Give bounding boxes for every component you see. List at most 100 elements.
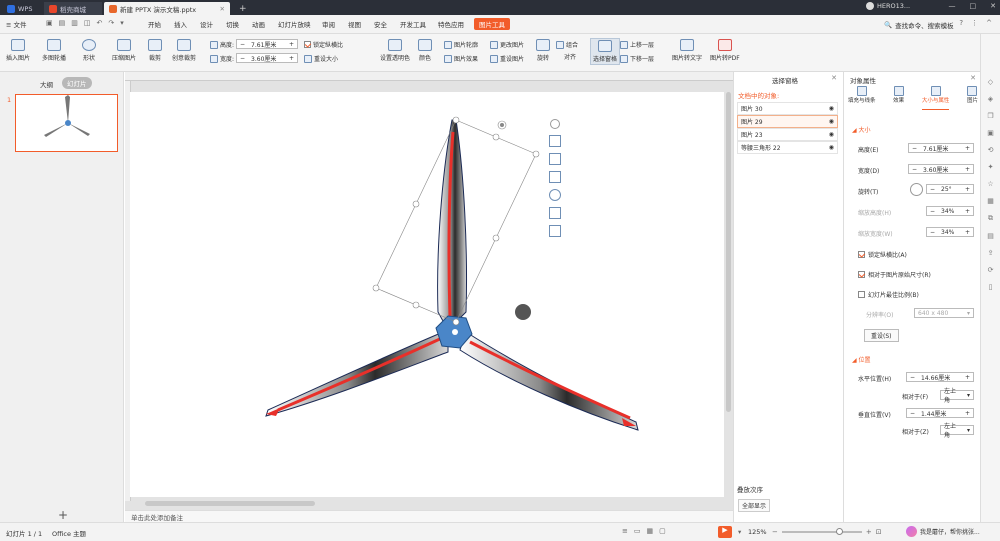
creative-crop-button[interactable]: 创意裁剪 — [172, 39, 196, 62]
eye-icon[interactable]: ◉ — [829, 118, 834, 125]
crop-icon[interactable] — [549, 153, 561, 165]
eye-icon[interactable]: ◉ — [829, 131, 834, 138]
combine-button[interactable]: 组合 — [556, 40, 578, 49]
picture-frame-icon[interactable] — [549, 207, 561, 219]
file-menu[interactable]: ≡ 文件 — [6, 19, 27, 29]
rotate-button[interactable]: 旋转 — [536, 39, 550, 62]
redo-icon[interactable]: ↷ — [108, 19, 114, 27]
list-item[interactable]: 等腰三角形 22 ◉ — [737, 141, 838, 154]
reset-size-button[interactable]: 重设大小 — [304, 54, 338, 63]
height-input[interactable]: −7.61厘米 + — [236, 39, 298, 49]
width-field[interactable]: −3.60厘米 + — [908, 164, 974, 174]
menu-transition[interactable]: 切换 — [226, 19, 239, 29]
lock-ratio-checkbox[interactable]: 锁定纵横比 — [304, 40, 343, 49]
menu-devtools[interactable]: 开发工具 — [400, 19, 426, 29]
menu-slideshow[interactable]: 幻灯片放映 — [278, 19, 311, 29]
zoom-icon[interactable] — [549, 189, 561, 201]
share-icon[interactable]: ⇪ — [988, 249, 994, 257]
menu-features[interactable]: 特色应用 — [438, 19, 464, 29]
user-account[interactable]: HERO13... — [866, 2, 910, 10]
settings-icon[interactable]: ▣ — [987, 129, 994, 137]
image-options-icon[interactable] — [515, 304, 531, 320]
property-icon[interactable]: ◈ — [988, 95, 993, 103]
history-icon[interactable]: ⟳ — [988, 266, 994, 274]
reading-view-icon[interactable]: ▢ — [659, 527, 666, 535]
change-picture-button[interactable]: 更改图片 — [490, 40, 524, 49]
propeller-image[interactable] — [130, 92, 724, 497]
menu-view[interactable]: 视图 — [348, 19, 361, 29]
print-icon[interactable]: ▥ — [71, 19, 78, 27]
list-item[interactable]: 图片 30 ◉ — [737, 102, 838, 115]
template-icon[interactable]: ▦ — [987, 197, 994, 205]
tab-document[interactable]: 新建 PPTX 演示文稿.pptx ✕ — [104, 2, 230, 15]
menu-animation[interactable]: 动画 — [252, 19, 265, 29]
slide-thumbnail[interactable] — [15, 94, 118, 152]
compress-button[interactable]: 压缩图片 — [112, 39, 136, 62]
relative-original-option[interactable]: 相对于图片原始尺寸(R) — [858, 270, 931, 279]
assistant-widget[interactable]: 我是蘑仔，帮你挑张... — [906, 526, 980, 537]
align-button[interactable]: 对齐 — [564, 52, 576, 61]
minimize-button[interactable]: — — [949, 2, 956, 10]
hpos-field[interactable]: −14.66厘米 + — [906, 372, 974, 382]
list-item[interactable]: 图片 29 ◉ — [737, 115, 838, 128]
scale-height-field[interactable]: −34% + — [926, 206, 974, 216]
zoom-out-button[interactable]: − — [772, 528, 778, 536]
text-icon[interactable]: ⧉ — [988, 214, 993, 223]
close-property-icon[interactable]: ✕ — [970, 74, 976, 82]
zoom-in-button[interactable]: + — [866, 528, 872, 536]
height-field[interactable]: −7.61厘米 + — [908, 143, 974, 153]
grid-icon[interactable] — [549, 171, 561, 183]
tab-store[interactable]: 稻壳商城 — [44, 2, 102, 15]
export-icon[interactable]: ▤ — [59, 19, 66, 27]
normal-view-icon[interactable]: ▭ — [634, 527, 641, 535]
bring-forward-button[interactable]: 上移一层 — [620, 40, 654, 49]
hrel-select[interactable]: 左上角 ▾ — [940, 388, 974, 404]
new-tab-button[interactable]: + — [234, 2, 252, 15]
edit-picture-icon[interactable] — [549, 225, 561, 237]
transparent-color-button[interactable]: 设置透明色 — [380, 39, 410, 62]
tab-picture[interactable]: 图片 — [967, 86, 978, 110]
layers-icon[interactable] — [549, 135, 561, 147]
send-backward-button[interactable]: 下移一层 — [620, 54, 654, 63]
menu-design[interactable]: 设计 — [200, 19, 213, 29]
tab-effect[interactable]: 效果 — [893, 86, 904, 110]
close-button[interactable]: ✕ — [990, 2, 996, 10]
menu-start[interactable]: 开始 — [148, 19, 161, 29]
undo-icon[interactable]: ↶ — [97, 19, 103, 27]
copy-icon[interactable]: ❐ — [987, 112, 993, 120]
backup-icon[interactable]: ⟲ — [988, 146, 994, 154]
multi-picture-button[interactable]: 多图轮播 — [42, 39, 66, 62]
best-scale-option[interactable]: 幻灯片最佳比例(B) — [858, 290, 919, 299]
show-all-button[interactable]: 全部显示 — [738, 499, 771, 512]
rotate-dial[interactable] — [910, 183, 923, 196]
close-tab-icon[interactable]: ✕ — [220, 5, 225, 13]
preview-icon[interactable]: ◫ — [84, 19, 91, 27]
add-slide-button[interactable]: + — [58, 508, 68, 522]
outline-tab[interactable]: 大纲 — [40, 79, 53, 89]
reset-button[interactable]: 重设(S) — [864, 329, 899, 342]
maximize-button[interactable]: □ — [970, 2, 977, 10]
list-item[interactable]: 图片 23 ◉ — [737, 128, 838, 141]
picture-effect-button[interactable]: 图片效果 — [444, 54, 478, 63]
shape-button[interactable]: 形状 — [82, 39, 96, 62]
more-icon[interactable]: ▾ — [120, 19, 124, 27]
play-slideshow-button[interactable]: ▶ — [718, 526, 732, 538]
menu-review[interactable]: 审阅 — [322, 19, 335, 29]
slide-sorter-icon[interactable]: ▦ — [647, 527, 654, 535]
mobile-icon[interactable]: ▯ — [989, 283, 993, 291]
search-box[interactable]: 🔍 查找命令、搜索模板 — [884, 20, 954, 30]
vrel-select[interactable]: 左上角 ▾ — [940, 423, 974, 439]
more-menu-icon[interactable]: ⋮ — [971, 19, 978, 27]
tab-wps[interactable]: WPS — [2, 2, 42, 15]
notes-toggle-icon[interactable]: ≡ — [622, 527, 628, 535]
reset-picture-button[interactable]: 重设图片 — [490, 54, 524, 63]
help-icon[interactable]: ? — [959, 19, 963, 27]
eye-icon[interactable]: ◉ — [829, 144, 834, 151]
save-icon[interactable]: ▣ — [46, 19, 53, 27]
selection-pane-button[interactable]: 选择窗格 — [590, 38, 621, 65]
resolution-select[interactable]: 640 x 480 ▾ — [914, 308, 974, 318]
vertical-scrollbar[interactable] — [726, 92, 731, 412]
menu-insert[interactable]: 插入 — [174, 19, 187, 29]
eye-icon[interactable]: ◉ — [829, 105, 834, 112]
width-input[interactable]: −3.60厘米 + — [236, 53, 298, 63]
